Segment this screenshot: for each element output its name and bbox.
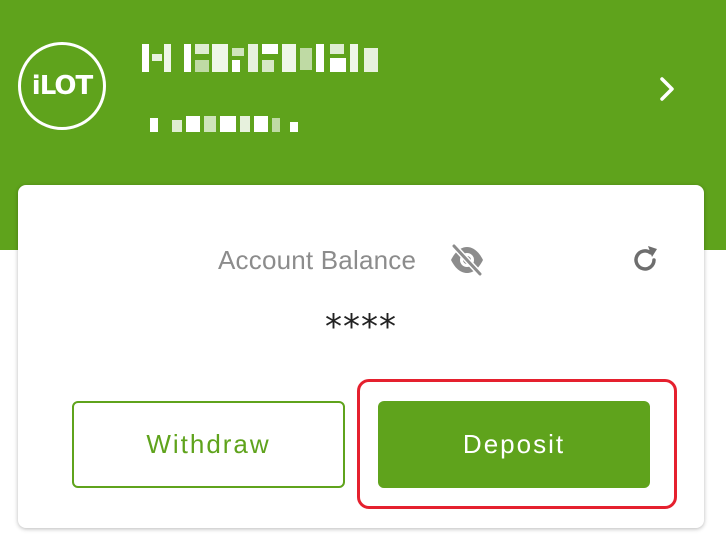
ilot-logo: iLOT [18, 42, 106, 130]
account-id-redacted [140, 40, 390, 80]
chevron-right-icon[interactable] [650, 72, 684, 106]
balance-value-hidden: **** [325, 307, 397, 347]
withdraw-button[interactable]: Withdraw [72, 401, 345, 488]
refresh-icon[interactable] [628, 243, 662, 277]
wallet-screen: iLOT Account Balance **** Withdraw Depos… [0, 0, 726, 542]
logo-text: iLOT [31, 71, 93, 101]
balance-label: Account Balance [218, 245, 417, 275]
eye-off-icon[interactable] [448, 243, 486, 277]
account-subtitle-redacted [150, 114, 315, 136]
balance-row: Account Balance [18, 243, 704, 279]
deposit-highlight-outline [357, 379, 677, 509]
withdraw-button-label: Withdraw [146, 429, 271, 459]
